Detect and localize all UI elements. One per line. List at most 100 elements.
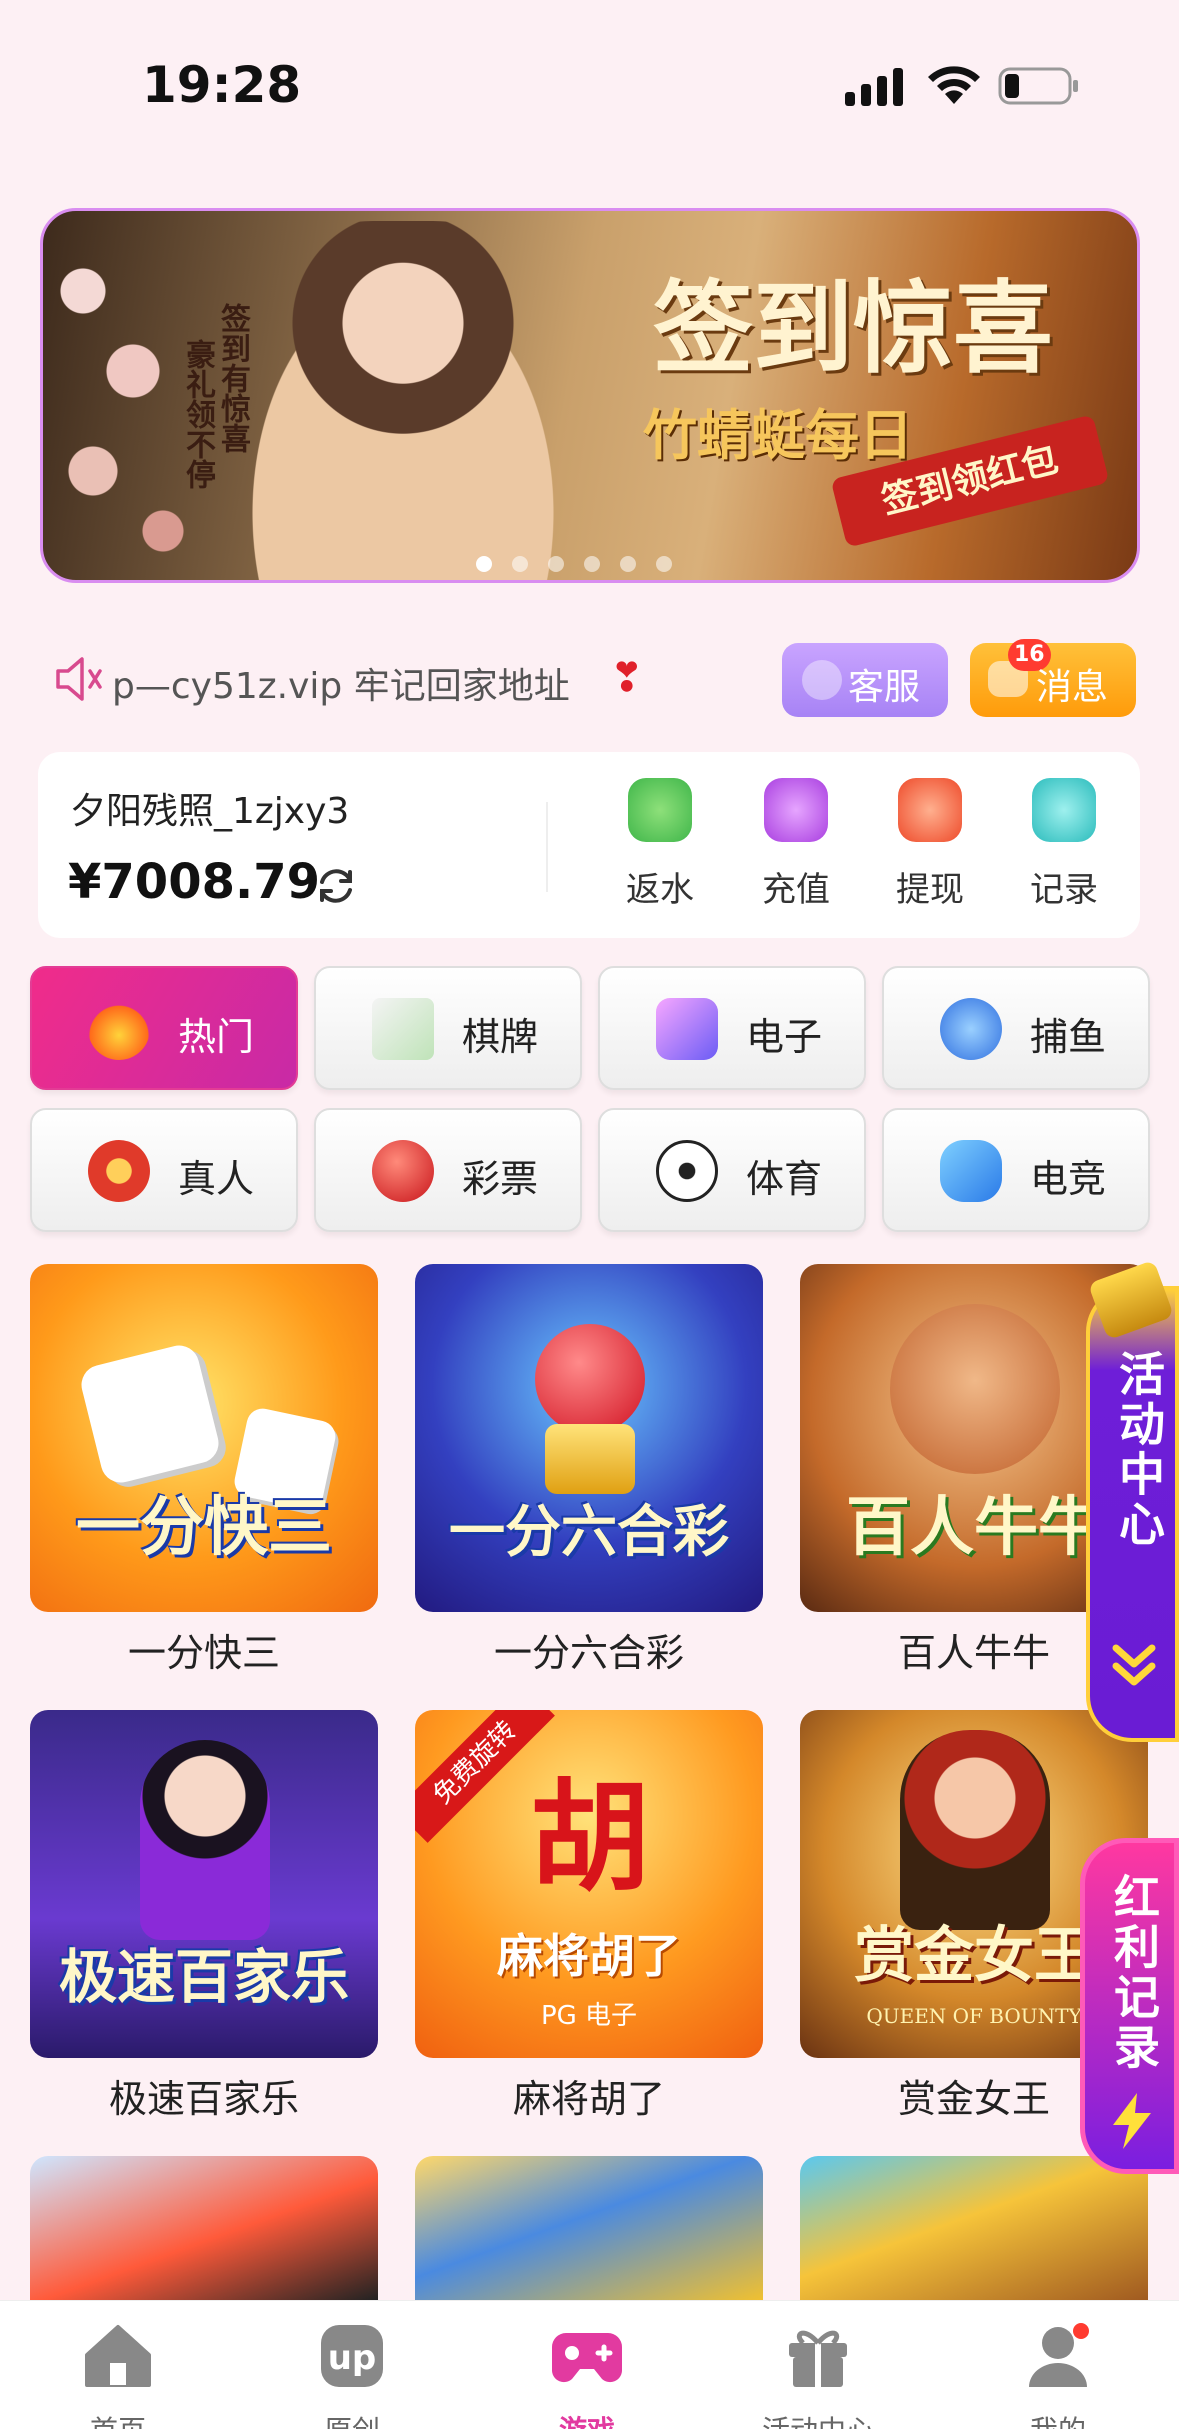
account-card: 夕阳残照_1zjxy3 ¥7008.79 返水 充值 提现 记录 xyxy=(38,752,1140,938)
activity-center-float[interactable]: 活动中心 xyxy=(1086,1259,1179,1742)
tab-activity[interactable]: 活动中心 xyxy=(728,2323,908,2429)
game-name: 一分快三 xyxy=(127,1631,280,1675)
account-actions: 返水 充值 提现 记录 xyxy=(610,778,1130,928)
tab-label: 首页 xyxy=(28,2409,208,2429)
banner-vertical-text: 签到有惊喜 xyxy=(215,303,250,453)
pagination-dot[interactable] xyxy=(656,556,672,572)
game-tile[interactable] xyxy=(30,2156,378,2300)
messages-button[interactable]: 16 消息 xyxy=(970,639,1136,717)
game-tile[interactable] xyxy=(800,2156,1148,2300)
action-withdraw[interactable]: 提现 xyxy=(880,778,980,928)
refresh-icon[interactable] xyxy=(314,864,358,908)
game-art-title: 一分六合彩 xyxy=(449,1500,729,1565)
action-rebate[interactable]: 返水 xyxy=(610,778,710,928)
tab-me[interactable]: 我的 xyxy=(968,2323,1148,2429)
soccer-ball-icon xyxy=(656,1140,718,1202)
tab-label: 游戏 xyxy=(497,2409,677,2429)
battery-icon xyxy=(998,67,1078,105)
wallet-icon xyxy=(898,778,962,842)
game-tile[interactable]: 一分快三 xyxy=(30,1264,378,1612)
tab-games[interactable]: 游戏 xyxy=(497,2323,677,2429)
tab-home[interactable]: 首页 xyxy=(28,2323,208,2429)
queen-art xyxy=(900,1730,1050,1930)
bull-art xyxy=(890,1304,1060,1474)
game-art xyxy=(30,2156,378,2300)
bonus-record-float[interactable]: 红利记录 xyxy=(1080,1838,1179,2174)
action-label: 返水 xyxy=(626,870,694,910)
game-art xyxy=(800,2156,1148,2300)
category-lottery[interactable]: 彩票 xyxy=(314,1108,582,1232)
pagination-dot[interactable] xyxy=(512,556,528,572)
game-name: 一分六合彩 xyxy=(493,1631,684,1675)
slot-icon xyxy=(656,998,718,1060)
action-label: 记录 xyxy=(1030,870,1098,910)
game-art-sub: PG 电子 xyxy=(540,2001,638,2031)
category-chess[interactable]: 棋牌 xyxy=(314,966,582,1090)
up-icon: up xyxy=(321,2325,383,2387)
pagination-dot[interactable] xyxy=(620,556,636,572)
divider xyxy=(546,802,548,892)
category-label: 热门 xyxy=(178,1015,255,1059)
bonus-record-label: 红利记录 xyxy=(1107,1873,1161,2073)
banner-vertical-text: 豪礼领不停 xyxy=(180,339,215,489)
action-label: 充值 xyxy=(762,870,830,910)
bottom-tab-bar: 首页 up 原创 游戏 活动中心 我的 xyxy=(0,2300,1179,2429)
tab-label: 活动中心 xyxy=(728,2409,908,2429)
lottery-ball-icon xyxy=(372,1140,434,1202)
promo-banner[interactable]: 签到有惊喜 豪礼领不停 签到惊喜 竹蜻蜓每日 签到领红包 xyxy=(40,208,1140,583)
tab-original[interactable]: up 原创 xyxy=(262,2323,442,2429)
banner-headline: 签到惊喜 xyxy=(653,269,1053,387)
category-label: 真人 xyxy=(178,1157,255,1201)
game-art xyxy=(415,2156,763,2300)
status-time: 19:28 xyxy=(142,56,302,114)
category-slots[interactable]: 电子 xyxy=(598,966,866,1090)
lightning-icon xyxy=(1113,2093,1151,2149)
chip-icon xyxy=(88,1140,150,1202)
chevrons-down-icon xyxy=(1112,1644,1156,1686)
category-label: 电竞 xyxy=(1030,1157,1107,1201)
record-icon xyxy=(1032,778,1096,842)
headset-icon xyxy=(802,660,842,700)
category-esports[interactable]: 电竞 xyxy=(882,1108,1150,1232)
status-bar: 19:28 xyxy=(0,0,1179,130)
cellular-signal-icon xyxy=(845,68,903,106)
banner-pagination xyxy=(470,556,710,572)
game-art-title: 麻将胡了 xyxy=(497,1929,681,1983)
category-fishing[interactable]: 捕鱼 xyxy=(882,966,1150,1090)
category-label: 体育 xyxy=(746,1157,823,1201)
customer-service-button[interactable]: 客服 xyxy=(782,643,948,717)
game-name: 麻将胡了 xyxy=(512,2077,665,2121)
category-label: 电子 xyxy=(746,1015,823,1059)
coin-art xyxy=(545,1424,635,1494)
action-deposit[interactable]: 充值 xyxy=(746,778,846,928)
mahjong-icon xyxy=(372,998,434,1060)
action-records[interactable]: 记录 xyxy=(1014,778,1114,928)
pagination-dot[interactable] xyxy=(476,556,492,572)
game-art-title: 一分快三 xyxy=(76,1491,332,1565)
money-bag-icon xyxy=(764,778,828,842)
fire-icon xyxy=(88,998,150,1060)
notice-marquee[interactable]: p—cy51z.vip 牢记回家地址 xyxy=(112,657,692,707)
wifi-icon xyxy=(928,66,980,104)
svg-text:up: up xyxy=(328,2338,377,2378)
banner-figure xyxy=(213,221,593,580)
banner-subline: 竹蜻蜓每日 xyxy=(643,403,913,467)
category-sports[interactable]: 体育 xyxy=(598,1108,866,1232)
pagination-dot[interactable] xyxy=(584,556,600,572)
gamepad-icon xyxy=(552,2333,622,2383)
activity-center-label: 活动中心 xyxy=(1112,1350,1166,1550)
category-hot[interactable]: 热门 xyxy=(30,966,298,1090)
category-live[interactable]: 真人 xyxy=(30,1108,298,1232)
game-tile[interactable] xyxy=(415,2156,763,2300)
messages-label: 消息 xyxy=(1036,667,1109,708)
game-tile[interactable]: 免费旋转 胡 麻将胡了 PG 电子 xyxy=(415,1710,763,2058)
fish-icon xyxy=(940,998,1002,1060)
game-art-title: 极速百家乐 xyxy=(58,1943,349,2011)
game-name: 极速百家乐 xyxy=(108,2077,299,2121)
game-tile[interactable]: 一分六合彩 xyxy=(415,1264,763,1612)
customer-service-label: 客服 xyxy=(848,667,921,708)
pagination-dot[interactable] xyxy=(548,556,564,572)
user-icon xyxy=(1029,2323,1089,2387)
game-tile[interactable]: 极速百家乐 xyxy=(30,1710,378,2058)
balance: ¥7008.79 xyxy=(68,854,321,910)
